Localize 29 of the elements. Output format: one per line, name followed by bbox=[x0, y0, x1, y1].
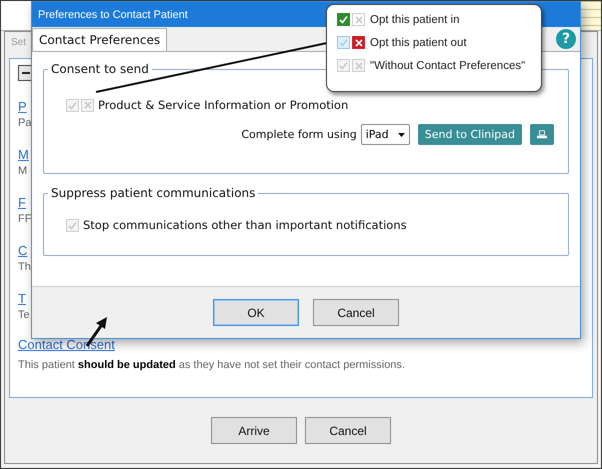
section-description: Pa bbox=[18, 117, 32, 131]
help-button[interactable]: ? bbox=[556, 29, 576, 49]
option-label: Product & Service Information or Promotion bbox=[98, 98, 348, 112]
form-label: Complete form using bbox=[241, 128, 357, 141]
section-description: FF bbox=[18, 213, 32, 227]
consent-note: This patient should be updated as they have not set their contact permissions. bbox=[18, 359, 406, 371]
section-description: Te bbox=[18, 309, 30, 323]
section-description: Th bbox=[18, 261, 31, 275]
cancel-button[interactable]: Cancel bbox=[305, 417, 391, 444]
dialog-title: Preferences to Contact Patient bbox=[38, 8, 188, 20]
section-description: M bbox=[18, 165, 28, 179]
legend-label: Opt this patient out bbox=[370, 36, 467, 48]
section-link[interactable]: M bbox=[18, 147, 29, 165]
legend-label: "Without Contact Preferences" bbox=[370, 60, 526, 72]
section-link[interactable]: C bbox=[18, 243, 28, 261]
section-link[interactable]: F bbox=[18, 195, 26, 213]
send-button[interactable]: Send to Clinipad bbox=[418, 124, 522, 145]
arrive-button[interactable]: Arrive bbox=[211, 417, 297, 444]
ok-button[interactable]: OK bbox=[213, 299, 299, 326]
legend-label: Opt this patient in bbox=[370, 14, 460, 26]
section-link[interactable]: T bbox=[18, 291, 26, 309]
contact-consent-link[interactable]: Contact Consent bbox=[18, 337, 115, 355]
group-title: Suppress patient communications bbox=[50, 186, 256, 200]
group-title: Consent to send bbox=[50, 62, 150, 76]
option-label: Stop communications other than important notifications bbox=[83, 218, 407, 232]
device-dropdown[interactable]: iPad bbox=[360, 124, 410, 145]
tab[interactable]: Contact Preferences bbox=[32, 28, 168, 51]
section-link[interactable]: P bbox=[18, 99, 27, 117]
cancel-button[interactable]: Cancel bbox=[313, 299, 399, 326]
